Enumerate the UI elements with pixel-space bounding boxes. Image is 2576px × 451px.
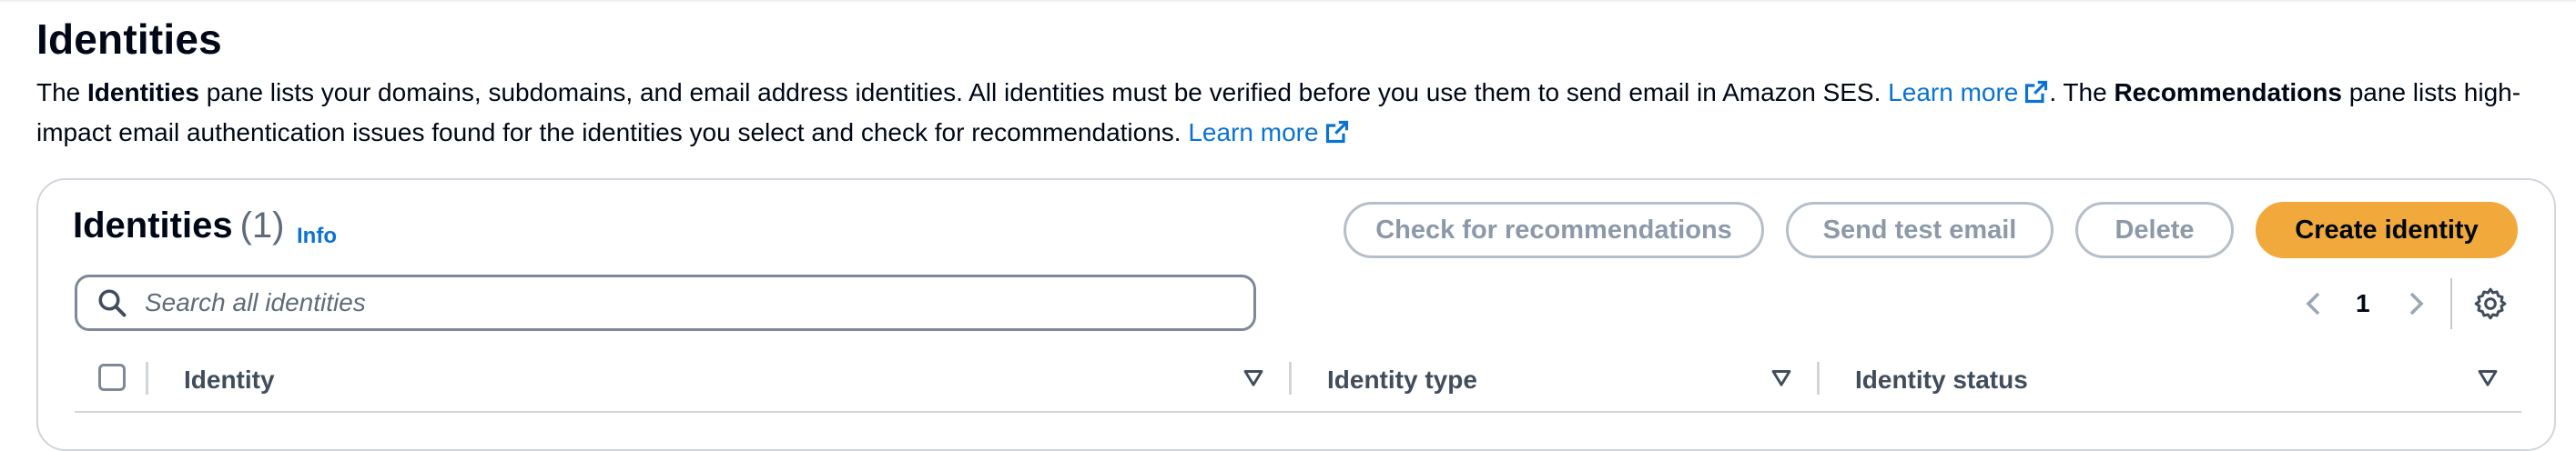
sort-icon[interactable] — [2476, 366, 2500, 389]
column-header-identity[interactable]: Identity — [184, 366, 275, 395]
external-link-icon — [2023, 78, 2049, 115]
select-all-checkbox[interactable] — [98, 364, 126, 391]
learn-more-link-2[interactable]: Learn more — [1188, 118, 1349, 146]
send-test-email-button[interactable]: Send test email — [1786, 202, 2054, 258]
top-divider — [0, 0, 2576, 3]
page-number: 1 — [2356, 289, 2370, 317]
create-identity-button[interactable]: Create identity — [2256, 202, 2518, 258]
sort-icon[interactable] — [1770, 366, 1793, 389]
column-header-identity-type[interactable]: Identity type — [1327, 366, 1477, 395]
identity-count: (1) — [239, 205, 285, 246]
info-link[interactable]: Info — [297, 224, 337, 249]
external-link-icon — [1324, 118, 1350, 155]
page-description: The Identities pane lists your domains, … — [36, 75, 2549, 155]
search-input[interactable] — [145, 288, 1237, 317]
page-title: Identities — [36, 15, 222, 63]
column-separator — [1289, 362, 1292, 395]
learn-more-link-1[interactable]: Learn more — [1888, 78, 2049, 106]
column-separator — [1817, 362, 1820, 395]
column-separator — [146, 362, 148, 395]
search-box[interactable] — [75, 275, 1256, 331]
pager-divider — [2450, 278, 2452, 329]
panel-title: Identities (1) — [73, 205, 285, 246]
gear-icon[interactable] — [2472, 286, 2509, 322]
chevron-left-icon — [2299, 289, 2328, 318]
search-icon — [96, 286, 128, 319]
recommendations-bold: Recommendations — [2114, 78, 2342, 106]
column-header-identity-status[interactable]: Identity status — [1855, 366, 2028, 395]
next-page-button[interactable] — [2401, 282, 2430, 326]
sort-icon[interactable] — [1242, 366, 1265, 389]
delete-button[interactable]: Delete — [2075, 202, 2234, 258]
chevron-right-icon — [2401, 289, 2430, 318]
check-recommendations-button[interactable]: Check for recommendations — [1344, 202, 1764, 258]
identities-bold: Identities — [87, 78, 199, 106]
prev-page-button[interactable] — [2299, 282, 2328, 326]
header-rule — [75, 411, 2521, 413]
table-header: Identity Identity type Identity status — [75, 355, 2521, 413]
current-page[interactable]: 1 — [2356, 282, 2370, 326]
